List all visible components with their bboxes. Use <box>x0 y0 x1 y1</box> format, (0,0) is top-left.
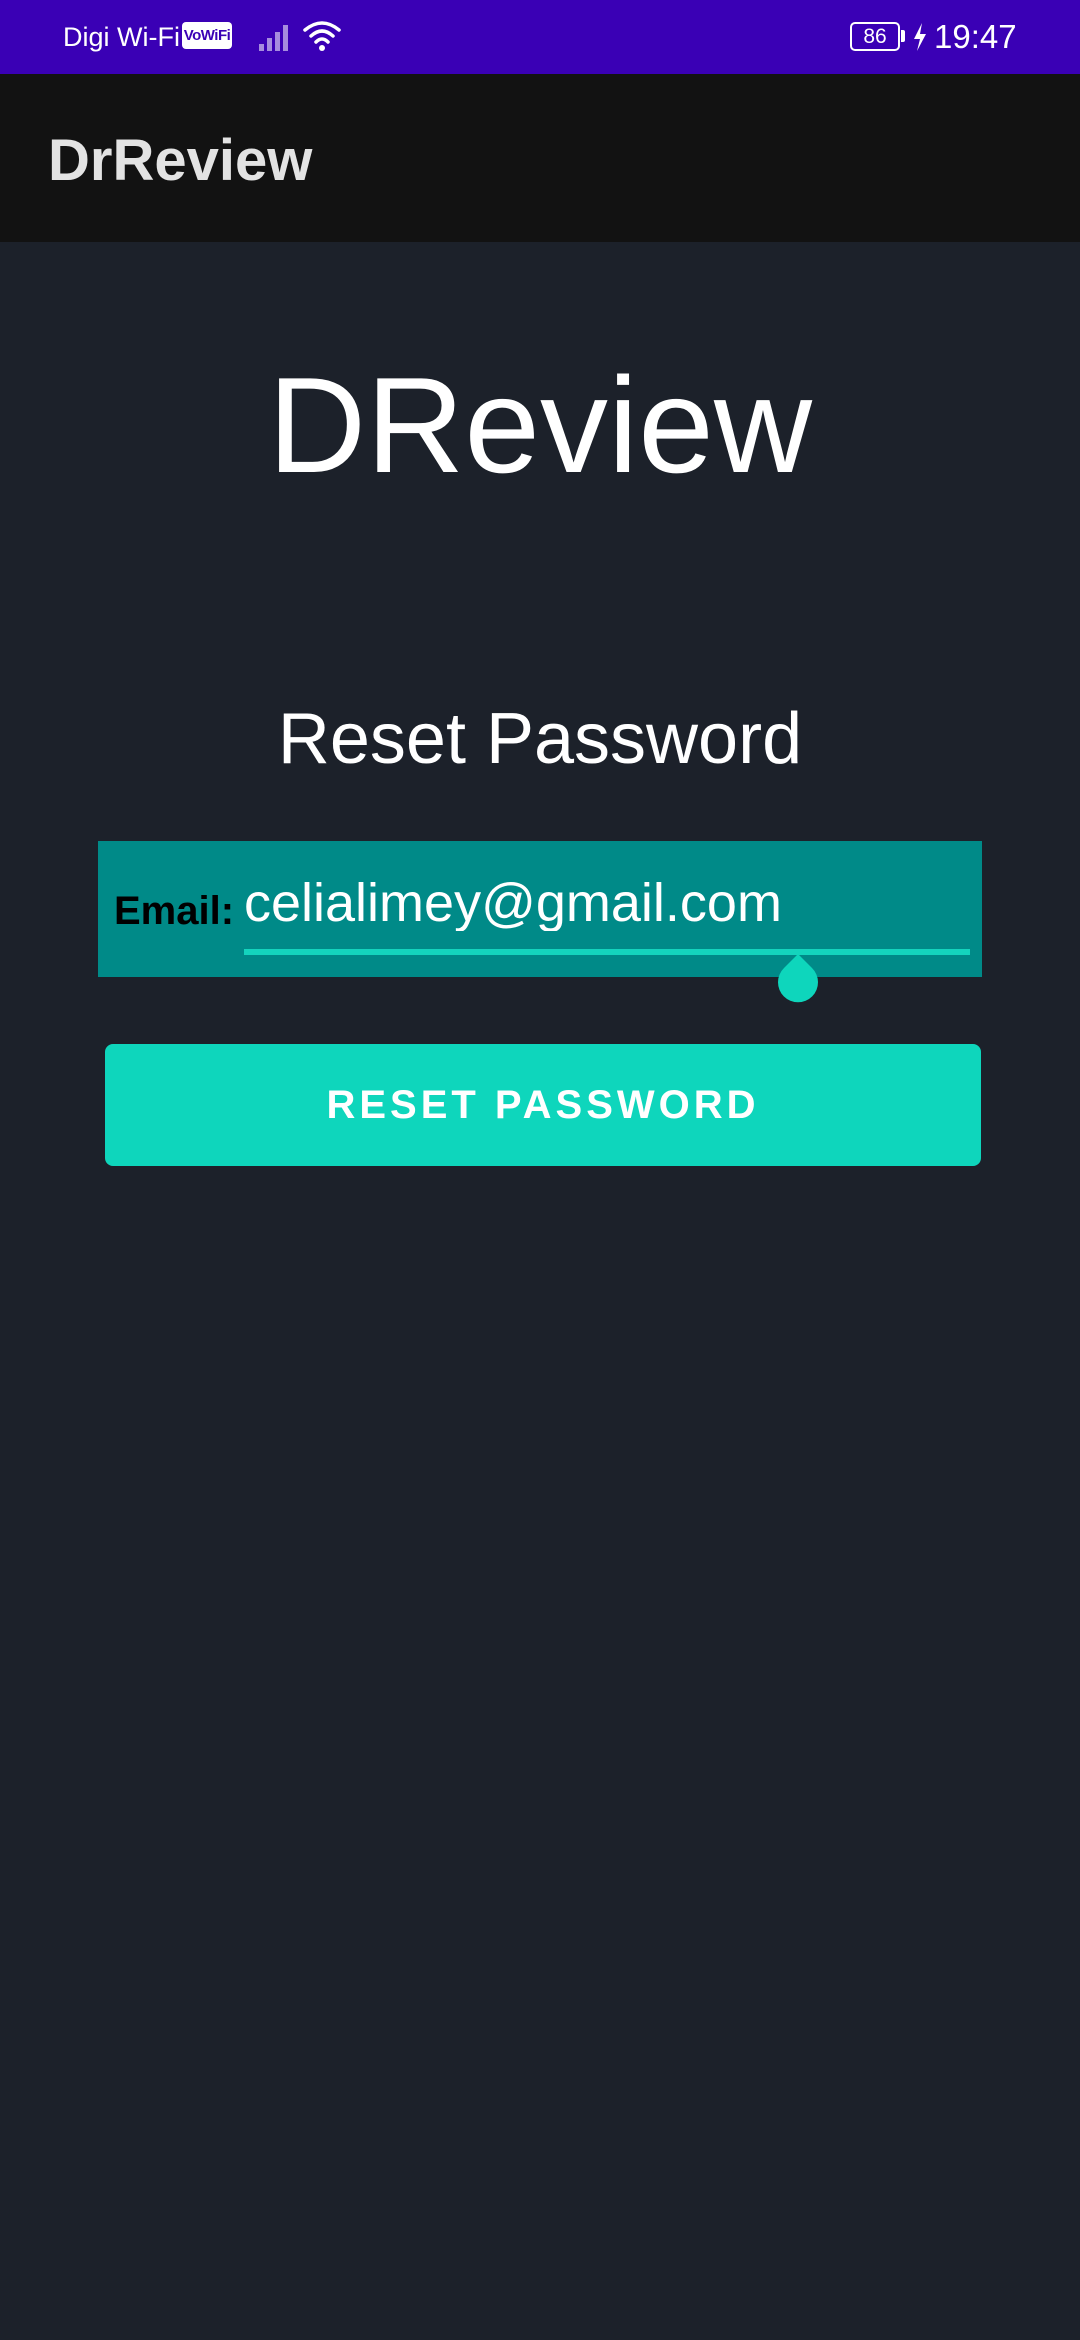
signal-icon <box>259 25 288 51</box>
status-bar: Digi Wi-Fi VoWiFi 86 19:47 <box>0 0 1080 74</box>
battery-icon: 86 <box>850 22 900 51</box>
email-field-underline <box>244 949 970 955</box>
email-field[interactable] <box>244 875 970 931</box>
email-row: Email: <box>98 841 982 977</box>
battery-tip <box>901 30 905 42</box>
email-label: Email: <box>114 889 235 933</box>
charging-bolt-icon <box>914 23 926 51</box>
text-cursor-handle[interactable] <box>768 954 828 1014</box>
reset-password-screen: Digi Wi-Fi VoWiFi 86 19:47 DrReview DRev… <box>0 0 1080 2340</box>
app-logo-text: DReview <box>267 349 813 501</box>
carrier-name: Digi Wi-Fi <box>63 22 180 52</box>
app-toolbar: DrReview <box>0 74 1080 242</box>
vowifi-badge: VoWiFi <box>182 22 232 49</box>
reset-password-button[interactable]: RESET PASSWORD <box>105 1044 981 1166</box>
wifi-icon <box>303 21 341 51</box>
toolbar-title: DrReview <box>48 128 313 193</box>
clock: 19:47 <box>934 18 1017 55</box>
page-title: Reset Password <box>277 699 803 779</box>
